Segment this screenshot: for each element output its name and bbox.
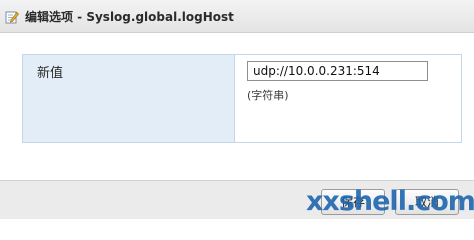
cancel-button[interactable]: 取消	[395, 189, 459, 215]
edit-pencil-icon	[5, 9, 19, 24]
new-value-input[interactable]	[247, 61, 428, 81]
dialog-footer: 保存 取消	[0, 180, 474, 219]
dialog-titlebar: 编辑选项 - Syslog.global.logHost	[0, 0, 474, 33]
dialog-content: 新值 (字符串)	[0, 33, 474, 180]
property-label-cell: 新值	[23, 55, 235, 142]
edit-option-dialog: 编辑选项 - Syslog.global.logHost 新值 (字符串) 保存…	[0, 0, 474, 219]
save-button[interactable]: 保存	[321, 189, 385, 215]
new-value-label: 新值	[37, 66, 64, 81]
value-type-hint: (字符串)	[247, 89, 289, 102]
property-editor-table: 新值 (字符串)	[22, 54, 462, 143]
dialog-title: 编辑选项 - Syslog.global.logHost	[25, 10, 234, 24]
